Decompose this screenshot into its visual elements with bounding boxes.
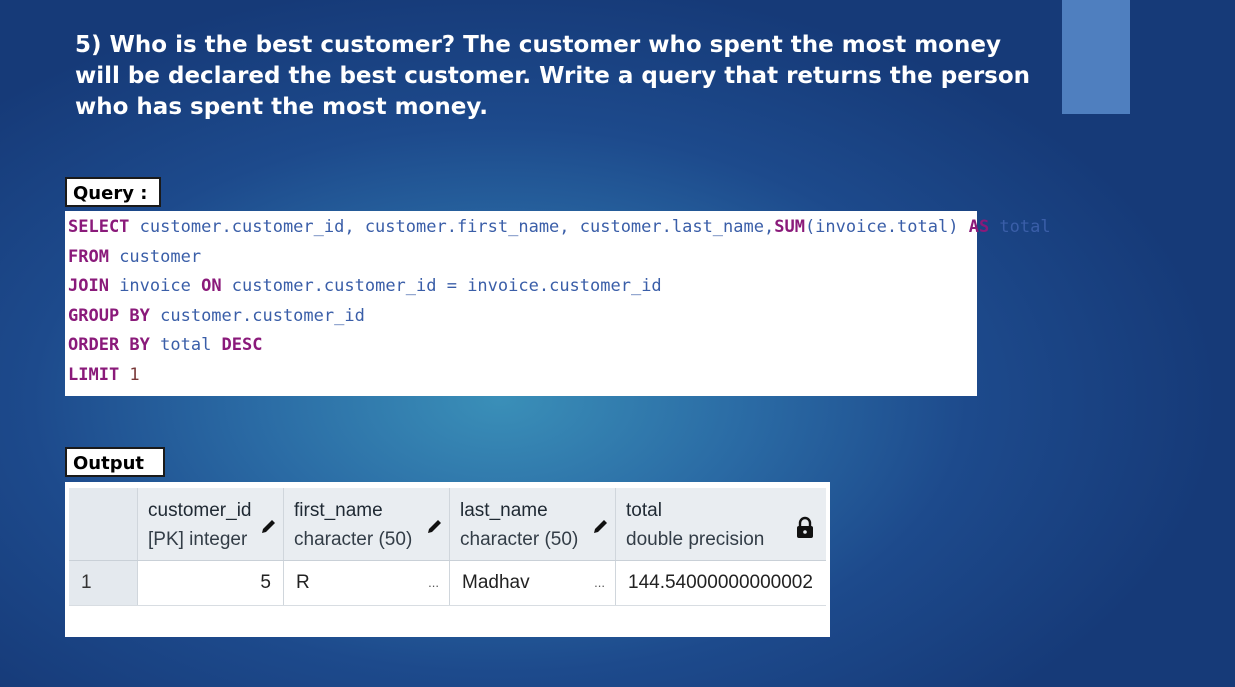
code-line-select: SELECT customer.customer_id, customer.fi… xyxy=(68,217,1051,237)
output-label: Output : xyxy=(65,447,165,504)
cell-customer-id[interactable]: 5 xyxy=(138,561,284,605)
cell-first-name[interactable]: R... xyxy=(284,561,450,605)
pencil-icon[interactable] xyxy=(259,516,279,536)
pencil-icon[interactable] xyxy=(425,516,445,536)
query-label: Query : xyxy=(65,177,161,207)
code-line-join: JOIN invoice ON customer.customer_id = i… xyxy=(68,276,662,297)
sql-query-panel: SELECT customer.customer_id, customer.fi… xyxy=(65,211,1051,396)
cell-total[interactable]: 144.54000000000002 xyxy=(616,561,826,605)
code-line-limit: LIMIT 1 xyxy=(68,364,140,385)
code-line-order-by: ORDER BY total DESC xyxy=(68,335,263,356)
row-number-cell[interactable]: 1 xyxy=(69,561,138,605)
row-number-header[interactable] xyxy=(69,488,138,560)
expand-ellipsis[interactable]: ... xyxy=(428,575,439,590)
lock-icon xyxy=(797,516,813,538)
table-row[interactable]: 1 5 R... Madhav... 144.54000000000002 xyxy=(69,561,826,606)
cell-last-name[interactable]: Madhav... xyxy=(450,561,616,605)
expand-ellipsis[interactable]: ... xyxy=(594,575,605,590)
column-header-last-name[interactable]: last_name character (50) xyxy=(450,488,616,560)
column-header-customer-id[interactable]: customer_id [PK] integer xyxy=(138,488,284,560)
column-header-total[interactable]: total double precision xyxy=(616,488,826,560)
slide-heading: 5) Who is the best customer? The custome… xyxy=(75,32,1031,120)
pencil-icon[interactable] xyxy=(591,516,611,536)
code-line-from: FROM customer xyxy=(68,246,202,267)
column-header-first-name[interactable]: first_name character (50) xyxy=(284,488,450,560)
result-header-row: customer_id [PK] integer first_name char… xyxy=(69,488,826,561)
accent-rectangle xyxy=(1062,0,1130,114)
code-line-group-by: GROUP BY customer.customer_id xyxy=(68,305,365,326)
result-grid: customer_id [PK] integer first_name char… xyxy=(69,488,826,606)
output-panel: customer_id [PK] integer first_name char… xyxy=(65,482,830,637)
